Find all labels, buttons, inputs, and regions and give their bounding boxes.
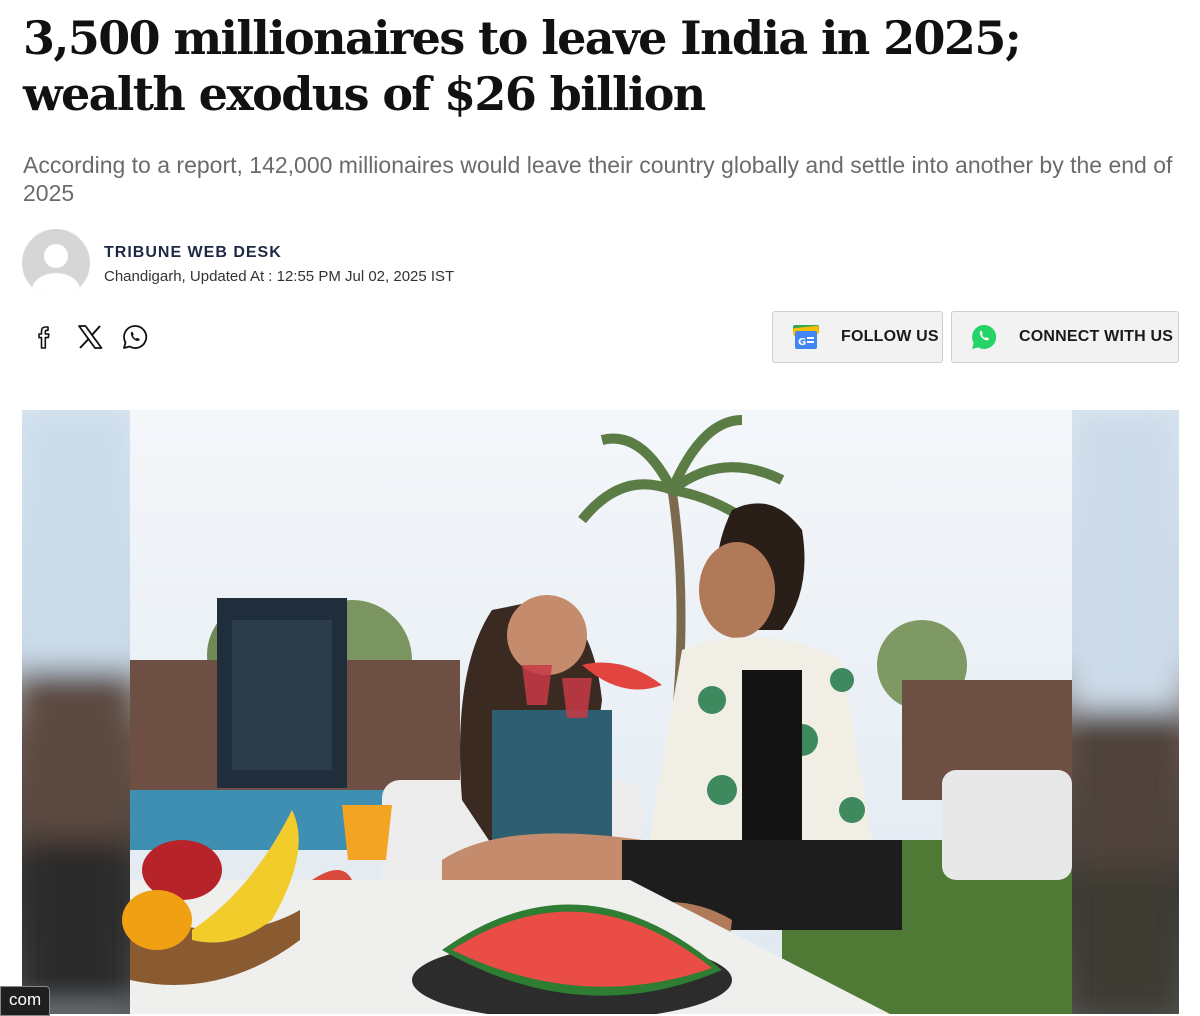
article-dateline: Chandigarh, Updated At : 12:55 PM Jul 02… [104,268,455,285]
whatsapp-icon [970,323,998,351]
x-icon[interactable] [76,322,104,352]
article-headline: 3,500 millionaires to leave India in 202… [23,11,1022,121]
author-avatar [22,229,90,297]
connect-with-us-label: CONNECT WITH US [1019,328,1174,345]
article-hero-image [22,410,1179,1014]
whatsapp-icon[interactable] [121,322,149,352]
author-name[interactable]: TRIBUNE WEB DESK [104,244,282,262]
connect-with-us-button[interactable]: CONNECT WITH US [951,311,1179,363]
svg-text:G: G [798,337,806,348]
corner-watermark: com [0,986,51,1016]
follow-us-button[interactable]: G FOLLOW US [772,311,943,363]
facebook-icon[interactable] [31,322,59,352]
follow-us-label: FOLLOW US [841,328,939,345]
article-subheadline: According to a report, 142,000 millionai… [23,152,1173,206]
google-news-icon: G [791,322,821,352]
